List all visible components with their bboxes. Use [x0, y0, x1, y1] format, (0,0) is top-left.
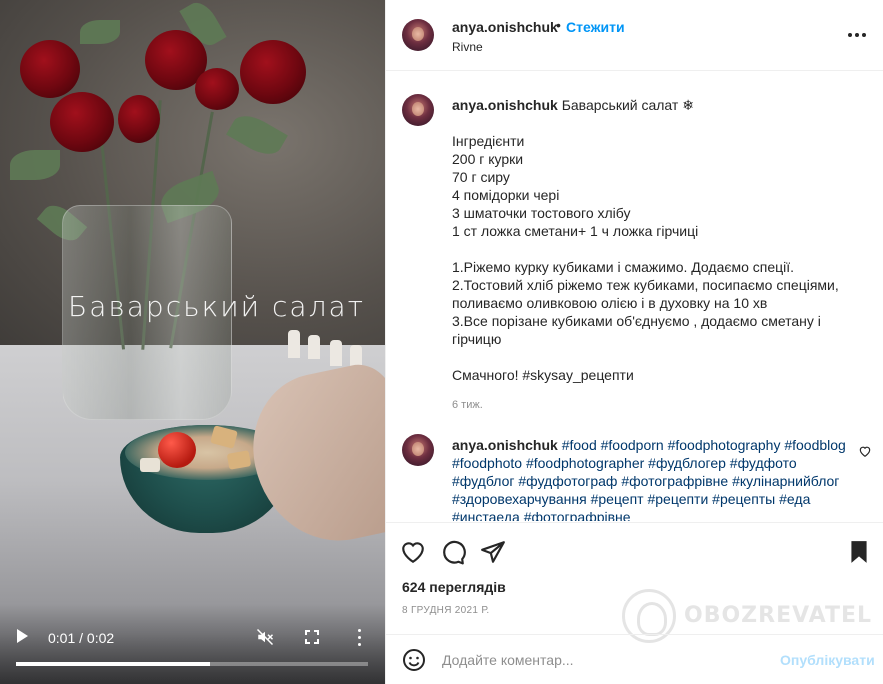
- post-header: anya.onishchuk • Стежити Rivne: [386, 0, 883, 71]
- share-paper-plane-icon[interactable]: [480, 539, 506, 565]
- caption-avatar[interactable]: [402, 94, 434, 126]
- views-count[interactable]: 624 переглядів: [402, 579, 506, 595]
- caption-line: Інгредієнти: [452, 133, 525, 149]
- instagram-post: Баварський салат 0:01 / 0:02 anya.onishc…: [0, 0, 883, 684]
- post-panel: anya.onishchuk • Стежити Rivne anya.onis…: [385, 0, 883, 684]
- bookmark-icon[interactable]: [846, 539, 872, 565]
- comments-area[interactable]: anya.onishchuk Баварський салат ❄ Інгред…: [386, 72, 883, 521]
- fullscreen-icon[interactable]: [305, 630, 319, 644]
- publish-button[interactable]: Опублікувати: [780, 652, 875, 668]
- comment-bubble-icon[interactable]: [440, 539, 466, 565]
- comment-like-icon[interactable]: [858, 444, 872, 458]
- video-player[interactable]: Баварський салат 0:01 / 0:02: [0, 0, 385, 684]
- caption-line: [452, 348, 862, 366]
- location-link[interactable]: Rivne: [452, 40, 483, 54]
- play-icon[interactable]: [17, 629, 28, 643]
- video-time: 0:01 / 0:02: [48, 630, 115, 646]
- comment-avatar[interactable]: [402, 434, 434, 466]
- caption-line: 200 г курки: [452, 151, 524, 167]
- caption-line: 1.Ріжемо курку кубиками і смажимо. Додає…: [452, 259, 795, 275]
- emoji-icon[interactable]: [402, 648, 426, 672]
- caption-username[interactable]: anya.onishchuk: [452, 97, 558, 113]
- caption-line: 2.Тостовий хліб ріжемо теж кубиками, пос…: [452, 277, 839, 311]
- comment-input[interactable]: Додайте коментар...: [442, 652, 574, 668]
- caption-line: Смачного! #skysay_рецепти: [452, 367, 634, 383]
- caption-line: 70 г сиру: [452, 169, 510, 185]
- like-heart-icon[interactable]: [400, 539, 426, 565]
- caption: anya.onishchuk Баварський салат ❄ Інгред…: [452, 96, 862, 414]
- video-overlay-title: Баварський салат: [68, 290, 365, 323]
- comment-username[interactable]: anya.onishchuk: [452, 437, 558, 453]
- video-progress-bar[interactable]: [16, 662, 368, 666]
- video-controls: 0:01 / 0:02: [0, 620, 385, 660]
- caption-age: 6 тиж.: [452, 399, 483, 411]
- action-bar: 624 переглядів 8 ГРУДНЯ 2021 Р. OBOZREVA…: [386, 522, 883, 643]
- header-username[interactable]: anya.onishchuk: [452, 19, 558, 35]
- caption-line: 4 помідорки чері: [452, 187, 560, 203]
- caption-line: 3 шматочки тостового хлібу: [452, 205, 631, 221]
- follow-button[interactable]: Стежити: [566, 19, 625, 35]
- caption-line: 3.Все порізане кубиками об'єднуємо , дод…: [452, 313, 821, 347]
- more-options-icon[interactable]: [848, 33, 866, 37]
- header-separator: •: [556, 17, 561, 33]
- caption-line: [452, 114, 862, 132]
- comment: anya.onishchuk #food #foodporn #foodphot…: [452, 436, 852, 521]
- video-more-icon[interactable]: [357, 629, 363, 647]
- watermark-text: OBOZREVATEL: [684, 603, 872, 628]
- post-date: 8 ГРУДНЯ 2021 Р.: [402, 605, 490, 616]
- comment-composer: Додайте коментар... Опублікувати: [386, 634, 883, 684]
- caption-line: 1 ст ложка сметани+ 1 ч ложка гірчиці: [452, 223, 699, 239]
- avatar[interactable]: [402, 19, 434, 51]
- caption-body: Інгредієнти 200 г курки 70 г сиру 4 помідор…: [452, 114, 862, 384]
- caption-title: Баварський салат ❄: [561, 97, 694, 113]
- caption-line: [452, 240, 862, 258]
- video-progress-fill: [16, 662, 210, 666]
- mute-icon[interactable]: [256, 628, 274, 646]
